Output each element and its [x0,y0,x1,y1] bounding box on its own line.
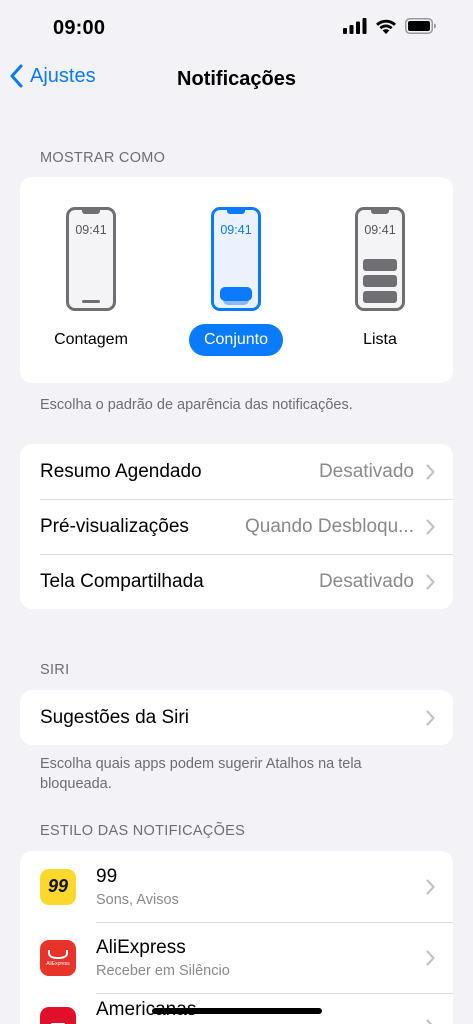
style-option-count[interactable]: 09:41 Contagem [31,207,151,356]
scheduled-summary-row[interactable]: Resumo Agendado Desativado [20,444,453,499]
battery-icon [405,18,436,34]
style-option-list[interactable]: 09:41 Lista [320,207,440,356]
display-as-footer: Escolha o padrão de aparência das notifi… [40,397,353,413]
app-list: 99 99 Sons, Avisos AliExpress AliExpress… [20,851,453,1024]
app-subtitle: Sons, Avisos [96,891,179,908]
siri-footer: Escolha quais apps podem sugerir Atalhos… [40,756,362,792]
row-label: Tela Compartilhada [40,570,204,592]
99-app-icon: 99 [40,868,76,905]
home-indicator[interactable] [152,1008,322,1014]
display-as-header: MOSTRAR COMO [40,150,166,166]
chevron-right-icon [426,709,435,726]
page-title: Notificações [177,68,296,90]
navigation-bar: Ajustes Notificações [0,56,473,104]
stack-phone-preview: 09:41 [211,207,261,311]
aliexpress-app-icon: AliExpress [40,939,76,976]
row-label: Pré-visualizações [40,515,189,537]
previews-row[interactable]: Pré-visualizações Quando Desbloqu... [20,499,453,554]
status-icons [343,18,437,34]
app-row-aliexpress[interactable]: AliExpress AliExpress Receber em Silênci… [20,922,453,993]
row-value: Desativado [318,460,414,482]
app-name: 99 [96,865,118,887]
chevron-right-icon [426,949,435,966]
row-value: Quando Desbloqu... [244,515,414,537]
siri-suggestions-row[interactable]: Sugestões da Siri [20,690,453,745]
americanas-app-icon [40,1007,76,1024]
list-phone-preview: 09:41 [355,207,405,311]
chevron-right-icon [426,1019,433,1024]
chevron-right-icon [426,463,435,480]
siri-group: Sugestões da Siri [20,690,453,745]
status-time: 09:00 [53,17,106,39]
row-value: Desativado [318,570,414,592]
chevron-right-icon [426,878,435,895]
chevron-right-icon [426,518,435,535]
app-subtitle: Receber em Silêncio [96,962,230,979]
chevron-right-icon [426,573,435,590]
cellular-signal-icon [343,18,367,34]
display-style-picker: 09:41 Contagem 09:41 Conjunto 09:41 List… [20,177,453,383]
notification-style-header: ESTILO DAS NOTIFICAÇÕES [40,823,246,839]
style-option-label: Lista [363,331,397,348]
notification-settings-group: Resumo Agendado Desativado Pré-visualiza… [20,444,453,609]
style-option-label: Contagem [54,331,128,348]
siri-header: SIRI [40,662,70,678]
status-bar: 09:00 [0,0,473,56]
wifi-icon [376,19,396,34]
row-label: Resumo Agendado [40,460,202,482]
app-name: AliExpress [96,936,186,958]
style-option-stack[interactable]: 09:41 Conjunto [176,207,296,356]
style-option-label-selected: Conjunto [188,324,284,356]
app-row-99[interactable]: 99 99 Sons, Avisos [20,851,453,922]
screen-sharing-row[interactable]: Tela Compartilhada Desativado [20,554,453,609]
count-phone-preview: 09:41 [66,207,116,311]
row-label: Sugestões da Siri [40,706,189,728]
